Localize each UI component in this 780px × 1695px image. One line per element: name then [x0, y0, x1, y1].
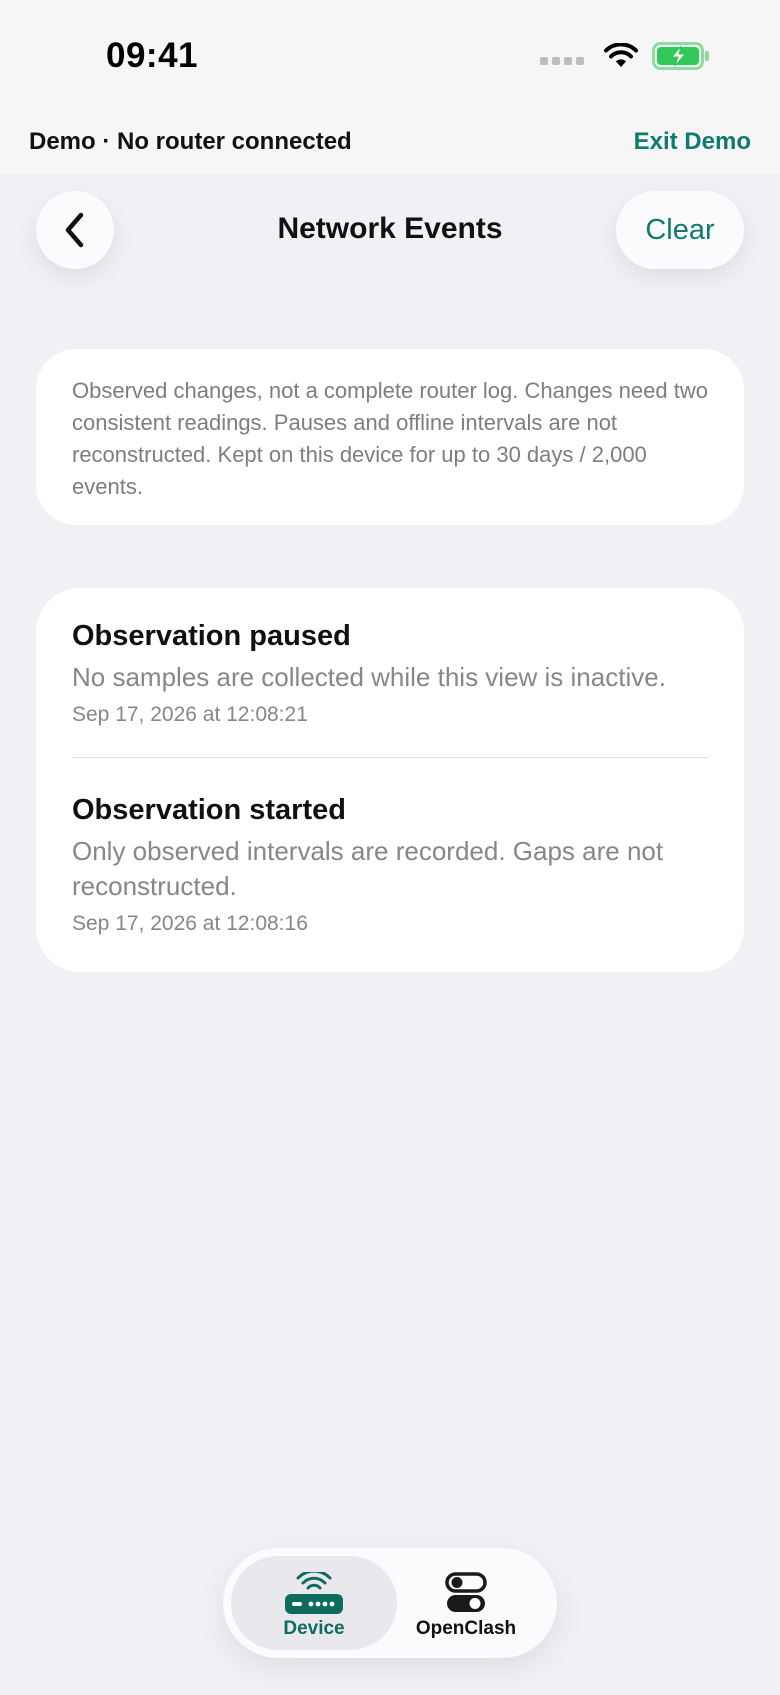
event-description: No samples are collected while this view…	[72, 662, 666, 692]
demo-banner: Demo · No router connected Exit Demo	[0, 110, 780, 174]
event-title: Observation started	[72, 794, 346, 826]
events-list: Observation paused No samples are collec…	[36, 588, 744, 972]
router-icon	[285, 1572, 343, 1614]
event-timestamp: Sep 17, 2026 at 12:08:21	[72, 703, 308, 726]
event-title: Observation paused	[72, 620, 351, 652]
event-description: Only observed intervals are recorded. Ga…	[72, 836, 664, 901]
toggles-icon	[445, 1572, 487, 1612]
clear-button[interactable]: Clear	[616, 191, 744, 269]
list-item: Observation paused No samples are collec…	[72, 618, 708, 729]
status-bar: 09:41	[0, 0, 780, 110]
cellular-signal-icon	[540, 57, 584, 65]
status-icons	[540, 42, 710, 70]
wifi-icon	[604, 43, 638, 67]
tab-openclash-label: OpenClash	[415, 1618, 517, 1639]
divider	[72, 757, 708, 758]
tab-openclash[interactable]: OpenClash	[383, 1556, 549, 1650]
info-text: Observed changes, not a complete router …	[72, 378, 708, 499]
tab-device[interactable]: Device	[231, 1556, 397, 1650]
status-time: 09:41	[106, 36, 199, 75]
battery-charging-icon	[652, 42, 709, 70]
info-card: Observed changes, not a complete router …	[36, 349, 744, 525]
event-timestamp: Sep 17, 2026 at 12:08:16	[72, 912, 308, 935]
demo-status-text: Demo · No router connected	[29, 128, 352, 155]
tab-bar: Device OpenClash	[223, 1548, 557, 1658]
list-item: Observation started Only observed interv…	[72, 792, 708, 938]
tab-device-label: Device	[283, 1618, 345, 1639]
screen: 09:41 Demo · No router connected Exit De…	[0, 0, 780, 1695]
exit-demo-button[interactable]: Exit Demo	[634, 128, 751, 156]
